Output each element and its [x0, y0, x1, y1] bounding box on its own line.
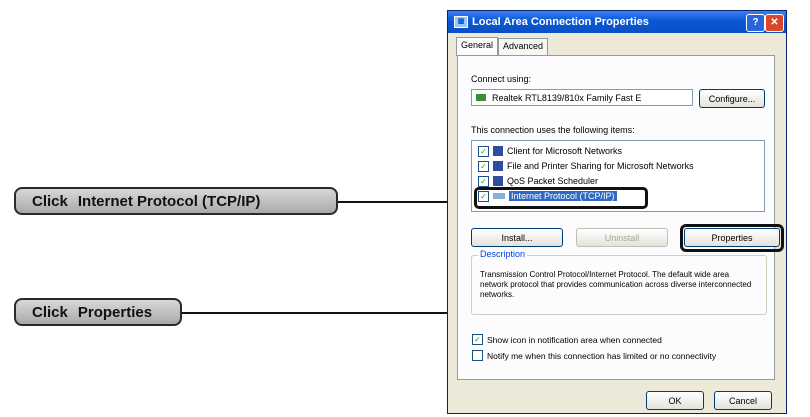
checkbox-checked[interactable]: ✓: [472, 334, 483, 345]
list-item[interactable]: ✓ File and Printer Sharing for Microsoft…: [478, 159, 694, 173]
list-item[interactable]: ✓ QoS Packet Scheduler: [478, 174, 598, 188]
checkbox-checked[interactable]: ✓: [478, 175, 489, 187]
ok-button[interactable]: OK: [646, 391, 704, 410]
connect-using-label: Connect using:: [471, 74, 532, 84]
configure-button[interactable]: Configure...: [699, 89, 765, 108]
install-button[interactable]: Install...: [471, 228, 563, 247]
tcpip-highlight-box: [474, 187, 648, 209]
callout-click-properties: Click Properties: [14, 298, 182, 326]
description-legend: Description: [478, 249, 528, 259]
item-label: File and Printer Sharing for Microsoft N…: [507, 161, 694, 171]
description-group: Description Transmission Control Protoco…: [471, 249, 767, 315]
uninstall-button[interactable]: Uninstall: [576, 228, 668, 247]
callout-target: Properties: [77, 303, 153, 321]
general-panel: Connect using: Realtek RTL8139/810x Fami…: [457, 55, 784, 380]
tab-general[interactable]: General: [456, 37, 499, 56]
show-icon-label: Show icon in notification area when conn…: [487, 334, 662, 345]
callout-click-tcpip: Click Internet Protocol (TCP/IP): [14, 187, 338, 215]
printer-sharing-icon: [493, 161, 503, 171]
callout-verb: Click: [32, 303, 68, 321]
checkbox-checked[interactable]: ✓: [478, 145, 489, 157]
dialog-titlebar[interactable]: ▩ Local Area Connection Properties: [448, 11, 786, 33]
callout-target: Internet Protocol (TCP/IP): [77, 192, 261, 210]
notify-label: Notify me when this connection has limit…: [487, 350, 717, 361]
description-text: Transmission Control Protocol/Internet P…: [480, 270, 752, 299]
adapter-name: Realtek RTL8139/810x Family Fast E: [492, 92, 642, 103]
cancel-button[interactable]: Cancel: [714, 391, 772, 410]
item-label: Client for Microsoft Networks: [507, 146, 623, 156]
dialog-title: Local Area Connection Properties: [472, 16, 649, 28]
checkbox-checked[interactable]: ✓: [478, 160, 489, 172]
show-icon-option[interactable]: ✓ Show icon in notification area when co…: [472, 334, 662, 345]
properties-highlight-box: [680, 224, 784, 252]
notify-option[interactable]: Notify me when this connection has limit…: [472, 350, 716, 361]
callout-verb: Click: [32, 192, 68, 210]
network-client-icon: [493, 146, 503, 156]
list-item[interactable]: ✓ Client for Microsoft Networks: [478, 144, 622, 158]
network-adapter-icon: [476, 94, 486, 101]
properties-dialog: ▩ Local Area Connection Properties ? ✕ G…: [447, 10, 787, 414]
adapter-field: Realtek RTL8139/810x Family Fast E: [471, 89, 693, 106]
checkbox-unchecked[interactable]: [472, 350, 483, 361]
help-button[interactable]: ?: [746, 14, 765, 32]
scheduler-icon: [493, 176, 503, 186]
items-label: This connection uses the following items…: [471, 125, 635, 135]
close-button[interactable]: ✕: [765, 14, 784, 32]
item-label: QoS Packet Scheduler: [507, 176, 599, 186]
network-connection-icon: ▩: [454, 16, 468, 28]
